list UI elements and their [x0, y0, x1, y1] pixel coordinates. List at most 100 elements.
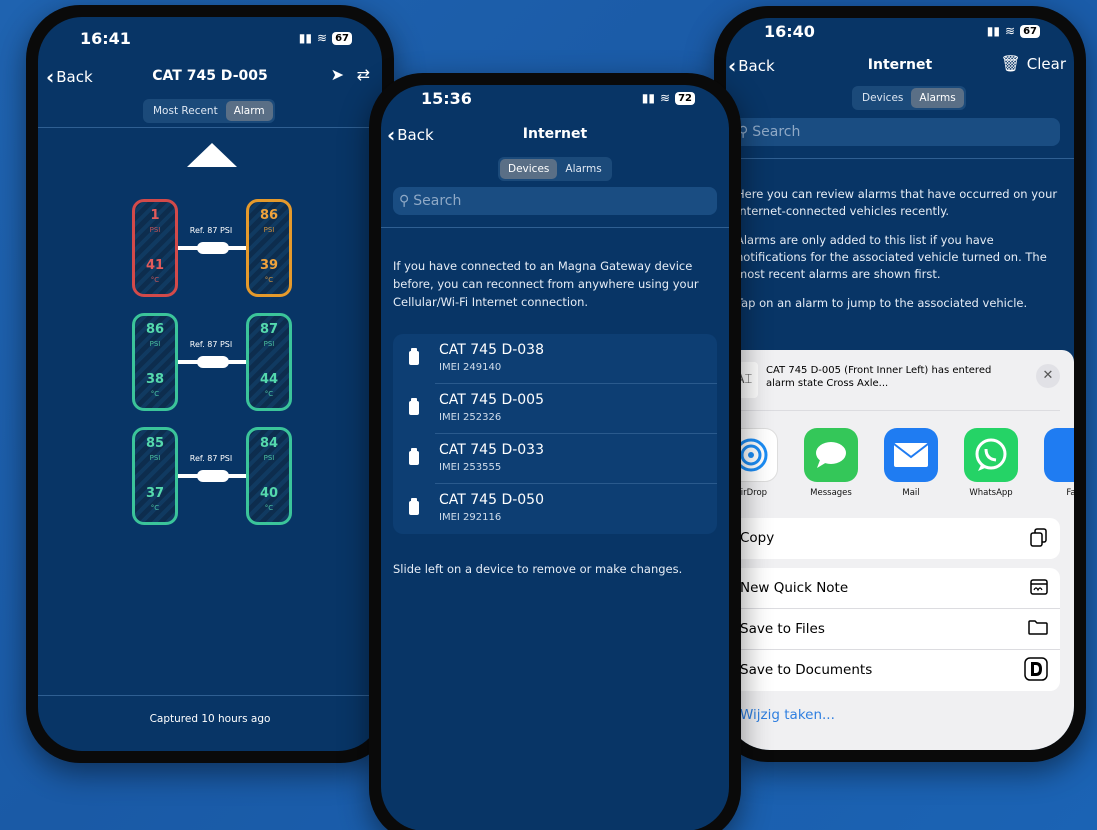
share-app-whatsapp[interactable]: WhatsApp [964, 428, 1018, 498]
clear-button[interactable]: 🗑 Clear [1000, 54, 1066, 73]
search-icon: ⚲ [399, 193, 410, 209]
device-row[interactable]: CAT 745 D-050 IMEI 292116 [393, 484, 717, 534]
tire-rear-right[interactable]: 84 PSI 40 °C [246, 427, 292, 525]
clear-label: Clear [1026, 54, 1066, 73]
device-name: CAT 745 D-033 [439, 442, 544, 458]
axle-hub [197, 356, 229, 368]
tire-middle-right[interactable]: 87 PSI 44 °C [246, 313, 292, 411]
quick-note-icon [1030, 578, 1048, 600]
search-placeholder: Search [413, 193, 462, 209]
app-label: Mail [902, 488, 920, 498]
intro-paragraph-3: Tap on an alarm to jump to the associate… [736, 296, 1028, 310]
tire-temperature: 37 [145, 486, 165, 501]
phone-3: 16:40 ▮▮ ≋ 67 ‹ Back Internet 🗑 Clear De… [714, 6, 1086, 762]
device-row[interactable]: CAT 745 D-038 IMEI 249140 [393, 334, 717, 384]
share-app-messages[interactable]: Messages [804, 428, 858, 498]
share-preview: A⌶ CAT 745 D-005 (Front Inner Left) has … [726, 362, 1060, 402]
status-icons: ▮▮ ≋ 67 [987, 24, 1040, 38]
share-divider [726, 410, 1060, 411]
swipe-hint: Slide left on a device to remove or make… [393, 562, 683, 576]
nav-bar: ‹ Back CAT 745 D-005 ➤ ⇄ [38, 61, 382, 95]
app-label: Messages [810, 488, 852, 498]
search-placeholder: Search [752, 124, 801, 140]
action-label: Save to Documents [740, 662, 873, 678]
search-input[interactable]: ⚲ Search [732, 118, 1060, 146]
location-arrow-icon[interactable]: ➤ [331, 65, 344, 84]
tab-alarms[interactable]: Alarms [557, 159, 609, 179]
tab-alarm[interactable]: Alarm [225, 101, 273, 121]
edit-actions-link[interactable]: Wijzig taken... [740, 707, 835, 723]
phone-1: 16:41 ▮▮ ≋ 67 ‹ Back CAT 745 D-005 ➤ ⇄ M… [26, 5, 394, 763]
status-time: 16:40 [764, 22, 815, 41]
close-icon[interactable]: ✕ [1036, 364, 1060, 388]
status-time: 15:36 [421, 89, 472, 108]
tire-front-left[interactable]: 1 PSI 41 °C [132, 199, 178, 297]
app-label: WhatsApp [969, 488, 1013, 498]
segmented-control: Devices Alarms [498, 157, 612, 181]
tire-temperature: 41 [145, 258, 165, 273]
tire-temperature: 39 [259, 258, 279, 273]
swap-icon[interactable]: ⇄ [357, 65, 370, 84]
phone-1-screen: 16:41 ▮▮ ≋ 67 ‹ Back CAT 745 D-005 ➤ ⇄ M… [38, 17, 382, 751]
tire-pressure: 86 [259, 208, 279, 223]
share-app-partial[interactable]: Fa [1044, 428, 1074, 498]
share-preview-text: CAT 745 D-005 (Front Inner Left) has ent… [766, 365, 992, 389]
tire-pressure: 86 [145, 322, 165, 337]
device-list: CAT 745 D-038 IMEI 249140 CAT 745 D-005 … [393, 334, 717, 534]
tab-alarms[interactable]: Alarms [911, 88, 964, 108]
tab-most-recent[interactable]: Most Recent [145, 101, 226, 121]
intro-paragraph-2: Alarms are only added to this list if yo… [736, 233, 1047, 281]
action-group: New Quick Note Save to Files Save to Doc… [726, 568, 1060, 691]
axle-ref-pressure: Ref. 87 PSI [189, 454, 233, 463]
tire-front-right[interactable]: 86 PSI 39 °C [246, 199, 292, 297]
divider [38, 695, 382, 696]
tire-temperature: 40 [259, 486, 279, 501]
tire-middle-left[interactable]: 86 PSI 38 °C [132, 313, 178, 411]
copy-action[interactable]: Copy [726, 518, 1060, 559]
temperature-unit: °C [264, 504, 274, 512]
device-row[interactable]: CAT 745 D-005 IMEI 252326 [393, 384, 717, 434]
save-to-files-action[interactable]: Save to Files [726, 609, 1060, 650]
save-to-documents-action[interactable]: Save to Documents [726, 650, 1060, 691]
axle-ref-pressure: Ref. 87 PSI [189, 340, 233, 349]
tire-temperature: 44 [259, 372, 279, 387]
captured-footer: Captured 10 hours ago [149, 713, 271, 725]
quick-note-action[interactable]: New Quick Note [726, 568, 1060, 609]
axle-hub [197, 470, 229, 482]
temperature-unit: °C [264, 390, 274, 398]
axle-ref-pressure: Ref. 87 PSI [189, 226, 233, 235]
segmented-control: Most Recent Alarm [143, 99, 275, 123]
tire-pressure: 87 [259, 322, 279, 337]
pressure-unit: PSI [263, 226, 275, 234]
facetime-icon [1044, 428, 1074, 482]
messages-icon [804, 428, 858, 482]
battery-icon: 67 [332, 31, 352, 45]
phone-2: 15:36 ▮▮ ≋ 72 ‹ Back Internet Devices Al… [369, 73, 741, 830]
device-imei: IMEI 252326 [439, 412, 502, 423]
tire-pressure: 84 [259, 436, 279, 451]
folder-icon [1028, 619, 1048, 639]
device-icon [409, 448, 419, 465]
mail-icon [884, 428, 938, 482]
tab-devices[interactable]: Devices [500, 159, 558, 179]
share-app-mail[interactable]: Mail [884, 428, 938, 498]
device-icon [409, 398, 419, 415]
pressure-unit: PSI [149, 340, 161, 348]
divider [38, 127, 382, 128]
tire-rear-left[interactable]: 85 PSI 37 °C [132, 427, 178, 525]
temperature-unit: °C [150, 390, 160, 398]
device-row[interactable]: CAT 745 D-033 IMEI 253555 [393, 434, 717, 484]
search-input[interactable]: ⚲ Search [393, 187, 717, 215]
tire-temperature: 38 [145, 372, 165, 387]
status-icons: ▮▮ ≋ 67 [299, 31, 352, 45]
status-bar: 15:36 ▮▮ ≋ 72 [381, 85, 729, 121]
wifi-icon: ≋ [660, 91, 671, 105]
pressure-unit: PSI [149, 454, 161, 462]
documents-app-icon [1024, 657, 1048, 685]
action-label: Copy [740, 530, 775, 546]
tire-pressure: 1 [150, 208, 160, 223]
copy-icon [1030, 528, 1048, 552]
page-title: Internet [522, 126, 588, 142]
tab-devices[interactable]: Devices [854, 88, 911, 108]
status-icons: ▮▮ ≋ 72 [642, 91, 695, 105]
